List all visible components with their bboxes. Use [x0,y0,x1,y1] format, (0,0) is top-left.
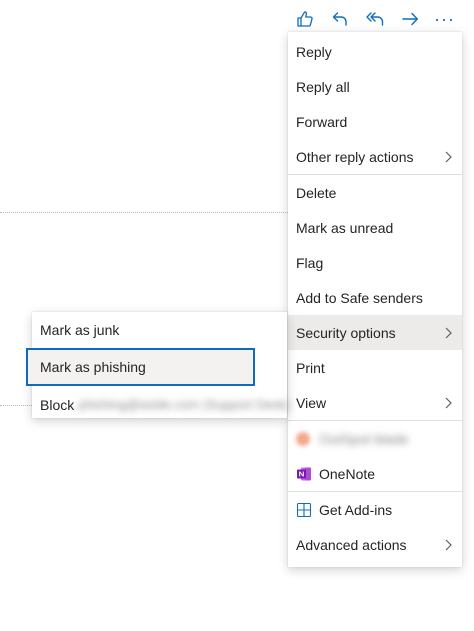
blocked-sender-address: phishing@aside.com (Support Desk) [78,397,291,412]
menu-item-get-addins[interactable]: Get Add-ins [288,492,462,527]
chevron-right-icon [442,151,454,163]
menu-item-print[interactable]: Print [288,350,462,385]
more-icon: ··· [434,9,455,29]
reply-all-button[interactable] [357,6,392,32]
message-divider [0,212,288,213]
menu-item-label: Print [296,359,325,376]
addin-icon [296,431,310,446]
chevron-right-icon [442,397,454,409]
forward-icon [401,12,418,26]
menu-item-label: Reply all [296,78,350,95]
submenu-item-block-sender[interactable]: Block phishing@aside.com (Support Desk) [32,387,291,422]
grid-addins-icon [296,502,312,517]
menu-item-label: View [296,394,327,411]
submenu-item-mark-phishing[interactable]: Mark as phishing [26,348,255,386]
menu-item-onenote[interactable]: OneNote [288,456,462,491]
menu-item-view[interactable]: View [288,385,462,420]
menu-item-label: Get Add-ins [319,501,393,518]
reply-button[interactable] [322,6,357,32]
menu-item-other-reply-actions[interactable]: Other reply actions [288,139,462,174]
chevron-right-icon [442,327,454,339]
menu-item-label: Forward [296,113,348,130]
chevron-right-icon [442,539,454,551]
more-actions-menu: Reply Reply all Forward Other reply acti… [288,32,462,567]
menu-item-label: Security options [296,324,396,341]
onenote-icon [297,467,311,480]
reply-icon [332,12,347,26]
reply-all-icon [365,12,383,26]
submenu-item-label: Block [40,396,75,413]
menu-item-add-safe-senders[interactable]: Add to Safe senders [288,280,462,315]
menu-item-label: OutSpot blade [319,430,409,447]
menu-item-label: Advanced actions [296,536,407,553]
menu-item-delete[interactable]: Delete [288,175,462,210]
menu-item-label: Flag [296,254,324,271]
menu-item-label: Reply [296,43,332,60]
menu-item-addin[interactable]: OutSpot blade [288,421,462,456]
like-icon [296,11,313,27]
menu-item-label: Delete [296,184,337,201]
more-actions-button[interactable]: ··· [427,6,462,32]
menu-item-label: OneNote [319,465,376,482]
menu-item-label: Add to Safe senders [296,289,423,306]
menu-item-flag[interactable]: Flag [288,245,462,280]
message-divider [0,405,32,406]
menu-item-reply[interactable]: Reply [288,34,462,69]
submenu-item-mark-junk[interactable]: Mark as junk [32,312,287,347]
menu-item-forward[interactable]: Forward [288,104,462,139]
like-button[interactable] [287,6,322,32]
security-options-submenu: Mark as junk Mark as phishing Block phis… [26,312,290,418]
menu-item-advanced-actions[interactable]: Advanced actions [288,527,462,562]
message-toolbar: ··· [287,6,462,32]
menu-item-mark-unread[interactable]: Mark as unread [288,210,462,245]
menu-item-reply-all[interactable]: Reply all [288,69,462,104]
menu-item-label: Other reply actions [296,148,414,165]
submenu-item-label: Mark as junk [40,321,120,338]
menu-item-security-options[interactable]: Security options [288,315,462,350]
menu-item-label: Mark as unread [296,219,394,236]
forward-button[interactable] [392,6,427,32]
submenu-item-label: Mark as phishing [40,359,146,375]
